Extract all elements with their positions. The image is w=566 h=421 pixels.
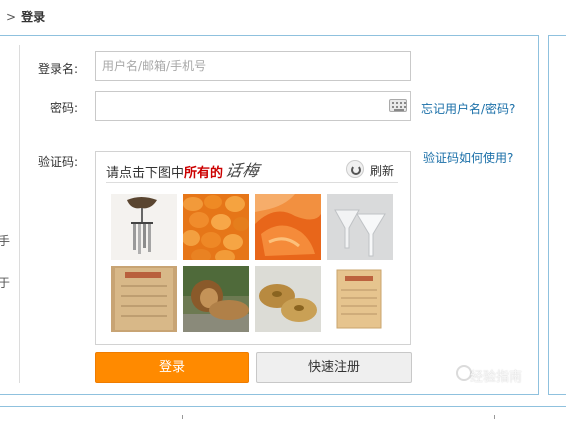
keyboard-icon[interactable] bbox=[389, 99, 407, 112]
captcha-help-link[interactable]: 验证码如何使用? bbox=[423, 149, 513, 166]
forgot-password-link[interactable]: 忘记用户名/密码? bbox=[421, 100, 515, 117]
watermark: 经验指南 bbox=[470, 370, 523, 385]
side-text-fragment: 手 bbox=[0, 234, 11, 248]
captcha-instruction-highlight: 所有的 bbox=[184, 166, 224, 181]
divider bbox=[19, 45, 20, 383]
divider bbox=[182, 415, 183, 419]
captcha-instruction: 请点击下图中所有的 bbox=[106, 162, 223, 181]
captcha-box: 请点击下图中所有的 话梅 刷新 bbox=[95, 151, 411, 345]
captcha-tile-document-paper[interactable] bbox=[327, 266, 393, 332]
captcha-instruction-prefix: 请点击下图中 bbox=[106, 166, 185, 181]
captcha-tile-glass-funnels[interactable] bbox=[327, 194, 393, 260]
divider bbox=[494, 415, 495, 419]
breadcrumb-current: 登录 bbox=[21, 10, 46, 24]
quick-register-button[interactable]: 快速注册 bbox=[256, 352, 412, 383]
captcha-refresh-button[interactable]: 刷新 bbox=[370, 162, 394, 179]
captcha-target-word: 话梅 bbox=[223, 161, 262, 180]
password-label: 密码: bbox=[49, 101, 78, 115]
login-button[interactable]: 登录 bbox=[95, 352, 249, 383]
captcha-label: 验证码: bbox=[37, 155, 78, 169]
right-panel bbox=[548, 35, 566, 395]
username-input[interactable] bbox=[95, 51, 411, 81]
captcha-header: 请点击下图中所有的 话梅 刷新 bbox=[106, 158, 398, 183]
username-label: 登录名: bbox=[37, 62, 78, 76]
captcha-tile-wind-chime[interactable] bbox=[111, 194, 177, 260]
refresh-icon[interactable] bbox=[346, 160, 364, 178]
captcha-tile-cymbals[interactable] bbox=[255, 266, 321, 332]
side-text-fragment: 于 bbox=[0, 276, 11, 290]
captcha-tile-dried-apricots[interactable] bbox=[183, 194, 249, 260]
breadcrumb: > 登录 bbox=[6, 8, 45, 25]
password-input[interactable] bbox=[95, 91, 411, 121]
bottom-panel bbox=[0, 406, 566, 421]
captcha-tile-lion[interactable] bbox=[183, 266, 249, 332]
breadcrumb-arrow: > bbox=[6, 10, 17, 24]
captcha-tile-document-paper[interactable] bbox=[111, 266, 177, 332]
captcha-tile-dried-mango[interactable] bbox=[255, 194, 321, 260]
